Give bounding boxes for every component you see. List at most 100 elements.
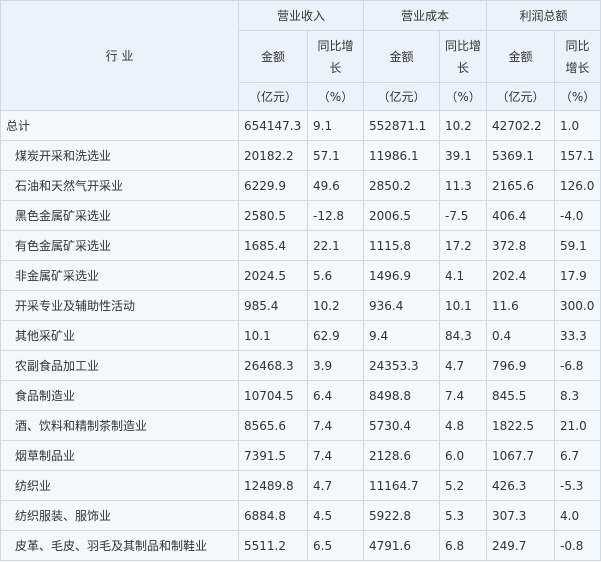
cost-amount-header: 金额 (363, 30, 441, 83)
industry-name-cell: 皮革、毛皮、羽毛及其制品和制鞋业 (0, 530, 239, 561)
cost-growth-cell: 6.0 (439, 440, 488, 471)
revenue-amount-header: 金额 (238, 30, 308, 83)
cost-growth-cell: 11.3 (439, 170, 488, 201)
revenue-growth-cell: 7.4 (306, 410, 365, 441)
revenue-growth-cell: 6.4 (306, 380, 365, 411)
revenue-amount-cell: 8565.6 (238, 410, 308, 441)
revenue-growth-header: 同比增长 (306, 30, 365, 83)
table-row: 黑色金属矿采选业 2580.5 -12.8 2006.5 -7.5 406.4 -4.0 (0, 200, 601, 231)
profit-growth-cell: 21.0 (554, 410, 601, 441)
table-row: 开采专业及辅助性活动 985.4 10.2 936.4 10.1 11.6 300.0 (0, 290, 601, 321)
profit-growth-cell: 59.1 (554, 230, 601, 261)
profit-amount-cell: 796.9 (486, 350, 556, 381)
profit-growth-cell: 33.3 (554, 320, 601, 351)
amount-label: 金额 (260, 49, 285, 64)
growth-label-line2: 长 (329, 60, 342, 75)
cost-growth-cell: 7.4 (439, 380, 488, 411)
revenue-amount-cell: 10704.5 (238, 380, 308, 411)
table-row: 皮革、毛皮、羽毛及其制品和制鞋业 5511.2 6.5 4791.6 6.8 249.7-… (0, 530, 601, 561)
unit-percent: （%） (554, 82, 601, 111)
industry-name-cell: 酒、饮料和精制茶制造业 (0, 410, 239, 441)
amount-label: 金额 (508, 49, 533, 64)
revenue-growth-cell: 62.9 (306, 320, 365, 351)
revenue-amount-cell: 12489.8 (238, 470, 308, 501)
profit-growth-cell: -0.8 (554, 530, 601, 561)
profit-amount-cell: 249.7 (486, 530, 556, 561)
unit-amount: （亿元） (238, 82, 308, 111)
profit-amount-header: 金额 (486, 30, 556, 83)
cost-header: 营业成本 (363, 0, 488, 31)
cost-amount-cell: 1496.9 (363, 260, 441, 291)
profit-growth-header: 同比 增长 (554, 30, 601, 83)
revenue-amount-cell: 5511.2 (238, 530, 308, 561)
industry-name-cell: 总计 (0, 110, 239, 141)
growth-label-line2: 长 (457, 60, 470, 75)
revenue-growth-cell: 22.1 (306, 230, 365, 261)
industry-name-cell: 有色金属矿采选业 (0, 230, 239, 261)
cost-growth-cell: 4.1 (439, 260, 488, 291)
table-header: 行 业 营业收入 营业成本 利润总额 金额 同比增长 金额 同比增长 金额 同比… (0, 0, 601, 111)
profit-amount-cell: 1822.5 (486, 410, 556, 441)
revenue-growth-cell: 6.5 (306, 530, 365, 561)
cost-amount-cell: 11986.1 (363, 140, 441, 171)
cost-amount-cell: 2850.2 (363, 170, 441, 201)
table-row: 有色金属矿采选业 1685.4 22.1 1115.8 17.2 372.8 59.1 (0, 230, 601, 261)
industry-name-cell: 纺织业 (0, 470, 239, 501)
cost-amount-cell: 5922.8 (363, 500, 441, 531)
cost-growth-cell: 10.2 (439, 110, 488, 141)
revenue-amount-cell: 654147.3 (238, 110, 308, 141)
revenue-growth-cell: 49.6 (306, 170, 365, 201)
table-row: 非金属矿采选业 2024.5 5.6 1496.9 4.1 202.4 17.9 (0, 260, 601, 291)
revenue-amount-cell: 20182.2 (238, 140, 308, 171)
revenue-amount-cell: 985.4 (238, 290, 308, 321)
profit-growth-cell: 1.0 (554, 110, 601, 141)
profit-amount-cell: 845.5 (486, 380, 556, 411)
profit-growth-cell: -6.8 (554, 350, 601, 381)
revenue-growth-cell: 4.7 (306, 470, 365, 501)
table-row: 酒、饮料和精制茶制造业 8565.6 7.4 5730.4 4.8 1822.5 21.0 (0, 410, 601, 441)
revenue-amount-cell: 1685.4 (238, 230, 308, 261)
cost-growth-cell: 4.8 (439, 410, 488, 441)
growth-label-line1: 同比 (565, 38, 590, 53)
revenue-amount-cell: 7391.5 (238, 440, 308, 471)
cost-amount-cell: 24353.3 (363, 350, 441, 381)
cost-growth-cell: 17.2 (439, 230, 488, 261)
cost-amount-cell: 11164.7 (363, 470, 441, 501)
revenue-growth-cell: 5.6 (306, 260, 365, 291)
table-row: 总计 654147.3 9.1 552871.1 10.2 42702.2 1.0 (0, 110, 601, 141)
revenue-header: 营业收入 (237, 0, 365, 31)
profit-growth-cell: 157.1 (554, 140, 601, 171)
table-row: 农副食品加工业 26468.3 3.9 24353.3 4.7 796.9 -6.8 (0, 350, 601, 381)
cost-amount-cell: 2006.5 (363, 200, 441, 231)
profit-amount-cell: 11.6 (486, 290, 556, 321)
growth-label-line2: 增长 (565, 60, 590, 75)
industry-name-cell: 煤炭开采和洗选业 (0, 140, 239, 171)
profit-growth-cell: 126.0 (554, 170, 601, 201)
growth-label-line1: 同比增 (445, 38, 482, 53)
cost-amount-cell: 1115.8 (363, 230, 441, 261)
profit-growth-cell: 17.9 (554, 260, 601, 291)
cost-amount-cell: 552871.1 (363, 110, 441, 141)
industry-name-cell: 非金属矿采选业 (0, 260, 239, 291)
revenue-amount-cell: 2024.5 (238, 260, 308, 291)
profit-amount-cell: 372.8 (486, 230, 556, 261)
revenue-growth-cell: 3.9 (306, 350, 365, 381)
cost-amount-cell: 4791.6 (363, 530, 441, 561)
profit-amount-cell: 202.4 (486, 260, 556, 291)
revenue-amount-cell: 6884.8 (238, 500, 308, 531)
cost-growth-cell: 6.8 (439, 530, 488, 561)
cost-amount-cell: 5730.4 (363, 410, 441, 441)
industry-name-cell: 其他采矿业 (0, 320, 239, 351)
revenue-amount-cell: 2580.5 (238, 200, 308, 231)
industry-header: 行 业 (0, 0, 239, 111)
profit-amount-cell: 5369.1 (486, 140, 556, 171)
industry-name-cell: 农副食品加工业 (0, 350, 239, 381)
revenue-amount-cell: 6229.9 (238, 170, 308, 201)
cost-growth-cell: 4.7 (439, 350, 488, 381)
table-row: 食品制造业 10704.5 6.4 8498.8 7.4 845.5 8.3 (0, 380, 601, 411)
table-row: 石油和天然气开采业 6229.9 49.6 2850.2 11.3 2165.6 126.0 (0, 170, 601, 201)
growth-label-line1: 同比增 (317, 38, 354, 53)
profit-growth-cell: -4.0 (554, 200, 601, 231)
cost-growth-cell: 84.3 (439, 320, 488, 351)
cost-amount-cell: 936.4 (363, 290, 441, 321)
